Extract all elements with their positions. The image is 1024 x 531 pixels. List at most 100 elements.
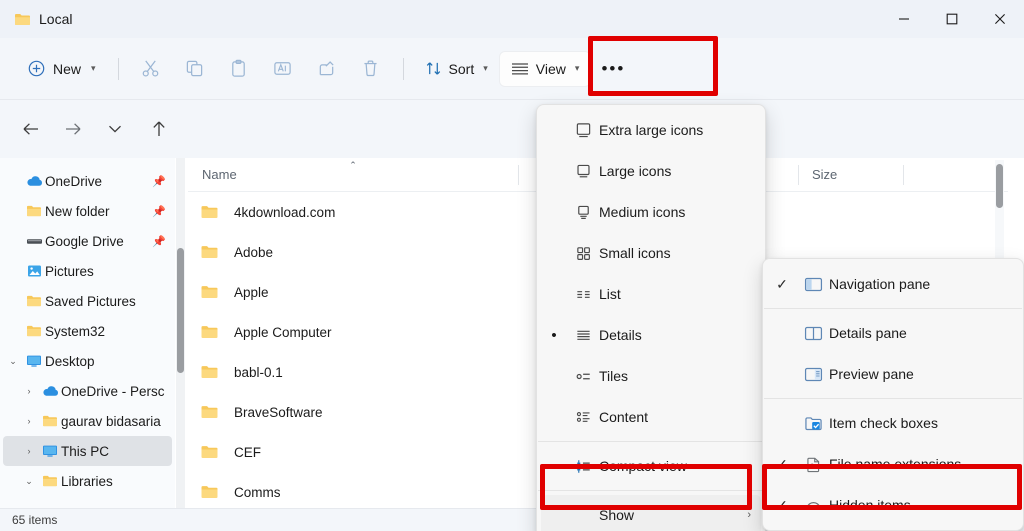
sidebar-item-this-pc[interactable]: › This PC <box>3 436 172 466</box>
pin-icon[interactable]: 📌 <box>150 235 168 248</box>
forward-button[interactable] <box>56 112 90 146</box>
folder-icon <box>200 284 226 300</box>
folder-icon <box>39 474 61 488</box>
pin-icon[interactable]: 📌 <box>150 205 168 218</box>
menu-item-preview-pane[interactable]: Preview pane <box>767 354 1019 394</box>
file-name: BraveSoftware <box>234 404 323 420</box>
column-header-name[interactable]: ⌃ Name <box>188 158 518 192</box>
overflow-menu-button[interactable]: ••• <box>591 51 635 87</box>
menu-item-tiles[interactable]: Tiles <box>541 356 761 396</box>
list-view-icon <box>567 286 599 303</box>
sort-indicator-icon: ⌃ <box>349 159 357 170</box>
pictures-icon <box>23 264 45 278</box>
sidebar-label: New folder <box>45 203 110 219</box>
title-bar: Local <box>0 0 1024 38</box>
maximize-icon[interactable] <box>928 0 976 38</box>
file-name: babl-0.1 <box>234 364 283 380</box>
chevron-right-icon[interactable]: › <box>19 416 39 426</box>
sidebar-item-pictures[interactable]: Pictures <box>3 256 172 286</box>
sidebar-item-system32[interactable]: System32 <box>3 316 172 346</box>
checkmark-icon: ✓ <box>776 275 788 292</box>
menu-item-item-check-boxes[interactable]: Item check boxes <box>767 403 1019 443</box>
menu-item-content[interactable]: Content <box>541 397 761 437</box>
address-bar-row: « gaurav › AppData › Local › <box>0 100 1024 247</box>
pin-icon[interactable]: 📌 <box>150 175 168 188</box>
sidebar-item-saved-pictures[interactable]: Saved Pictures <box>3 286 172 316</box>
sort-button[interactable]: Sort ▾ <box>414 51 499 87</box>
file-name: Comms <box>234 484 281 500</box>
menu-item-label: Hidden items <box>829 497 911 513</box>
file-extension-icon <box>797 456 829 473</box>
rename-button[interactable] <box>261 51 305 87</box>
sort-arrows-icon <box>425 60 442 77</box>
close-icon[interactable] <box>976 0 1024 38</box>
menu-item-label: Item check boxes <box>829 415 938 431</box>
menu-item-compact-view[interactable]: Compact view <box>541 446 761 486</box>
chevron-right-icon[interactable]: › <box>19 386 39 396</box>
folder-icon <box>39 414 61 428</box>
sidebar-item-gaurav-bidasaria[interactable]: › gaurav bidasaria <box>3 406 172 436</box>
menu-separator <box>538 490 764 491</box>
new-button[interactable]: New ▾ <box>16 53 108 84</box>
menu-item-medium-icons[interactable]: Medium icons <box>541 192 761 232</box>
sidebar-label: OneDrive - Persc <box>61 383 165 399</box>
menu-item-list[interactable]: List <box>541 274 761 314</box>
file-list-scroll-thumb[interactable] <box>996 164 1003 208</box>
menu-item-label: Navigation pane <box>829 276 931 292</box>
folder-icon <box>200 364 226 380</box>
menu-item-large-icons[interactable]: Large icons <box>541 151 761 191</box>
window-tab[interactable]: Local <box>0 0 72 38</box>
details-pane-icon <box>797 325 829 342</box>
folder-icon <box>23 294 45 308</box>
menu-item-details-pane[interactable]: Details pane <box>767 313 1019 353</box>
sidebar-label: System32 <box>45 323 106 339</box>
chevron-right-icon[interactable]: › <box>19 446 39 456</box>
delete-button[interactable] <box>349 51 393 87</box>
paste-button[interactable] <box>217 51 261 87</box>
back-button[interactable] <box>14 112 48 146</box>
menu-item-hidden-items[interactable]: ✓ Hidden items <box>767 485 1019 525</box>
navigation-pane-scroll-thumb[interactable] <box>177 248 184 373</box>
toolbar-divider-2 <box>402 57 404 80</box>
onedrive-cloud-icon <box>39 385 61 397</box>
command-bar: New ▾ Sort ▾ View ▾ ••• <box>0 38 1024 100</box>
drive-icon <box>23 237 45 246</box>
sidebar-item-google-drive[interactable]: Google Drive 📌 <box>3 226 172 256</box>
sidebar-item-desktop[interactable]: ⌄ Desktop <box>3 346 172 376</box>
share-button[interactable] <box>305 51 349 87</box>
folder-icon <box>200 444 226 460</box>
column-header-size[interactable]: Size <box>798 158 903 192</box>
menu-item-navigation-pane[interactable]: ✓ Navigation pane <box>767 264 1019 304</box>
hidden-items-eye-icon <box>797 497 829 514</box>
sidebar-item-libraries[interactable]: ⌄ Libraries <box>3 466 172 496</box>
column-header-spare[interactable] <box>903 158 993 192</box>
copy-button[interactable] <box>173 51 217 87</box>
cut-button[interactable] <box>129 51 173 87</box>
sidebar-label: OneDrive <box>45 173 103 189</box>
menu-item-extra-large-icons[interactable]: Extra large icons <box>541 110 761 150</box>
toolbar-divider-1 <box>117 57 119 80</box>
sidebar-item-new-folder[interactable]: New folder 📌 <box>3 196 172 226</box>
selected-bullet-icon: • <box>551 326 557 344</box>
menu-item-label: Tiles <box>599 368 629 384</box>
sidebar-label: Google Drive <box>45 233 124 249</box>
view-button[interactable]: View ▾ <box>498 50 592 87</box>
menu-item-small-icons[interactable]: Small icons <box>541 233 761 273</box>
chevron-down-icon: ▾ <box>483 63 488 73</box>
up-button[interactable] <box>142 112 176 146</box>
minimize-icon[interactable] <box>880 0 928 38</box>
chevron-down-icon: ▾ <box>574 63 580 73</box>
preview-pane-icon <box>797 366 829 383</box>
compact-view-icon <box>567 458 599 475</box>
recent-locations-button[interactable] <box>98 112 132 146</box>
chevron-down-icon[interactable]: ⌄ <box>19 476 39 487</box>
folder-icon <box>200 324 226 340</box>
menu-item-show[interactable]: Show › <box>541 495 761 531</box>
menu-item-details[interactable]: • Details <box>541 315 761 355</box>
sidebar-item-onedrive-personal[interactable]: › OneDrive - Persc <box>3 376 172 406</box>
sidebar-item-onedrive[interactable]: OneDrive 📌 <box>3 166 172 196</box>
menu-item-file-name-extensions[interactable]: ✓ File name extensions <box>767 444 1019 484</box>
chevron-down-icon[interactable]: ⌄ <box>3 356 23 367</box>
small-icons-icon <box>567 245 599 262</box>
window-title: Local <box>39 11 73 27</box>
